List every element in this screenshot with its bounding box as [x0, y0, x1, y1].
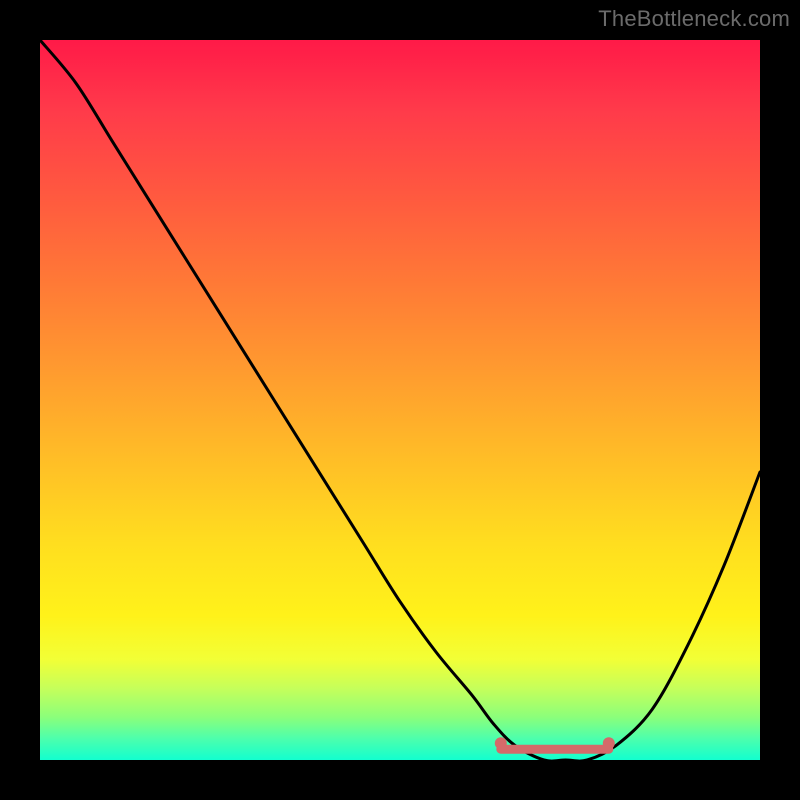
optimal-range-dot-left [495, 737, 507, 749]
watermark-text: TheBottleneck.com [598, 6, 790, 32]
chart-frame: TheBottleneck.com [0, 0, 800, 800]
bottleneck-curve-line [40, 40, 760, 761]
plot-area [40, 40, 760, 760]
optimal-range-dot-right [603, 737, 615, 749]
chart-svg [40, 40, 760, 760]
